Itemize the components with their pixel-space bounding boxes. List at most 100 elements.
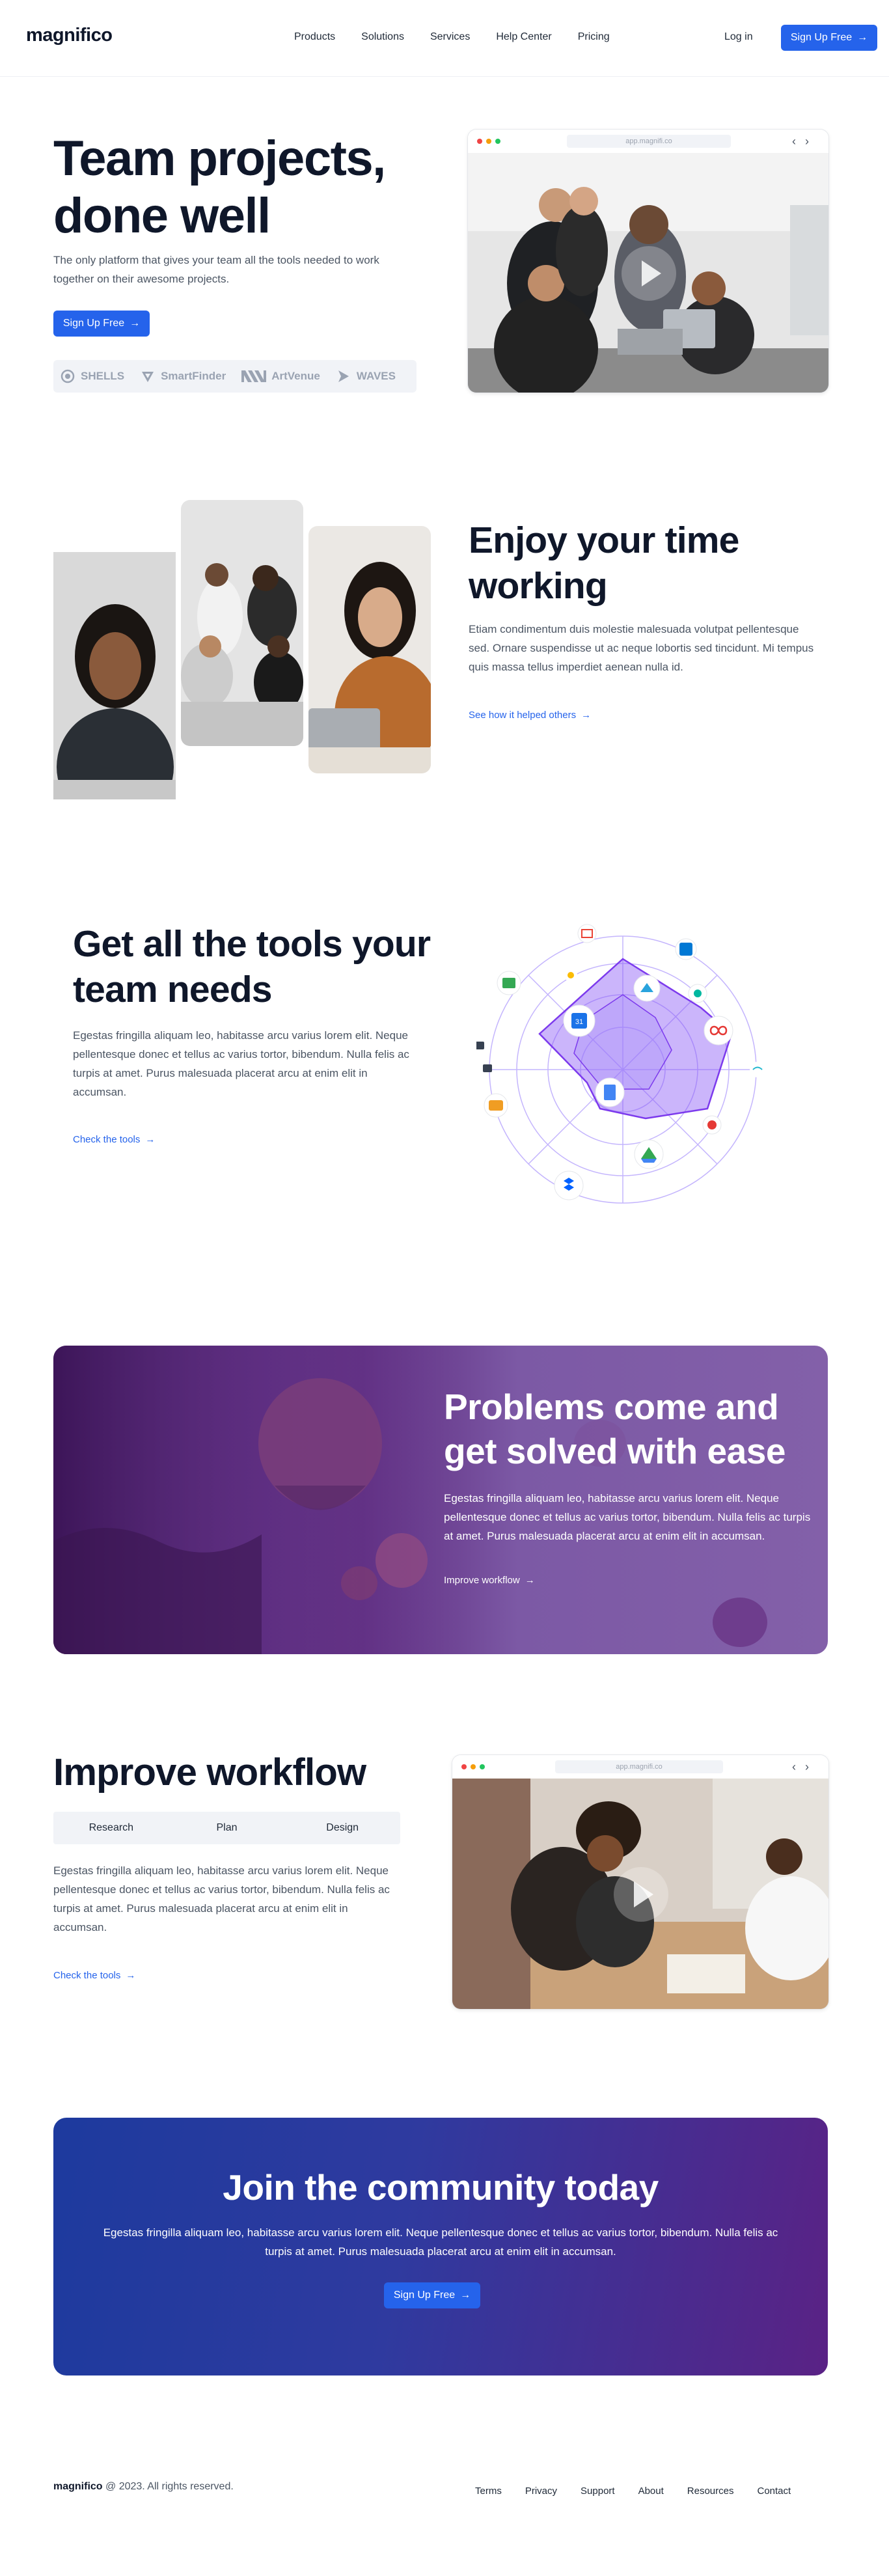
minimize-dot-icon [486,139,491,144]
footer-privacy[interactable]: Privacy [525,2486,557,2497]
nav-solutions[interactable]: Solutions [361,31,404,43]
see-how-link[interactable]: See how it helped others → [469,710,591,721]
main-nav: Products Solutions Services Help Center … [294,31,636,43]
maximize-dot-icon [495,139,500,144]
infinity-icon [704,1016,733,1046]
partner-name: WAVES [356,370,396,382]
check-tools-label: Check the tools [53,1970,121,1981]
tab-plan[interactable]: Plan [169,1812,285,1844]
footer-contact[interactable]: Contact [757,2486,791,2497]
see-how-label: See how it helped others [469,710,577,721]
improve-workflow-link[interactable]: Improve workflow → [444,1575,535,1586]
partner-name: ArtVenue [271,370,320,382]
wifi-icon [750,1062,765,1077]
meeting-illustration [181,500,303,746]
tools-text: Egestas fringilla aliquam leo, habitasse… [73,1029,409,1098]
browser-nav-arrows-icon[interactable]: ‹› [792,1760,818,1774]
arrow-right-icon: → [857,32,868,43]
copyright-text: @ 2023. All rights reserved. [105,2481,234,2492]
woman-laptop-photo [308,526,431,773]
google-cardboard-icon [484,1093,508,1118]
close-dot-icon [461,1764,467,1769]
footer-terms[interactable]: Terms [475,2486,502,2497]
chrome-pen-icon [702,1115,722,1135]
team-photo [468,153,828,393]
footer-brand: magnifico [53,2481,103,2492]
docs-icon [595,1077,625,1107]
arrow-right-icon: → [126,1970,136,1981]
tab-research[interactable]: Research [53,1812,169,1844]
community-banner: Join the community today Egestas fringil… [53,2118,828,2375]
problems-title: Problems come and get solved with ease [444,1387,786,1471]
hero-signup-button[interactable]: Sign Up Free → [53,311,150,337]
shield-logo-icon [140,368,156,384]
browser-bar: app.magnifi.co ‹› [468,130,828,153]
url-bar: app.magnifi.co [555,1760,723,1773]
play-button[interactable] [622,246,676,301]
nav-products[interactable]: Products [294,31,335,43]
partner-name: SHELLS [81,370,125,382]
enjoy-text: Etiam condimentum duis molestie malesuad… [469,623,814,673]
site-header: magnifico Products Solutions Services He… [0,0,889,77]
play-button[interactable] [614,1867,668,1922]
portrait-illustration [53,552,176,799]
enjoy-title: Enjoy your time working [469,519,739,607]
hero-subtitle: The only platform that gives your team a… [53,254,379,285]
partner-shells: SHELLS [60,368,124,384]
footer-resources[interactable]: Resources [687,2486,734,2497]
drive-teams-icon [633,975,661,1002]
hero-title-line1: Team projects, [53,131,386,186]
classroom-icon [497,971,521,995]
hero-title-line2: done well [53,188,271,243]
url-bar: app.magnifi.co [567,135,731,148]
browser-nav-arrows-icon[interactable]: ‹› [792,135,818,148]
arrow-right-icon: → [145,1134,156,1145]
arrow-right-icon: → [581,710,592,721]
copyright: magnifico @ 2023. All rights reserved. [53,2481,234,2493]
signup-label: Sign Up Free [790,32,853,43]
footer-about[interactable]: About [638,2486,664,2497]
tools-title: Get all the tools your team needs [73,923,431,1010]
problems-text: Egestas fringilla aliquam leo, habitasse… [444,1492,811,1542]
calendar-icon: 31 [563,1004,595,1037]
nav-pricing[interactable]: Pricing [578,31,610,43]
community-text: Egestas fringilla aliquam leo, habitasse… [103,2226,778,2258]
window-dots [477,139,500,144]
nav-services[interactable]: Services [430,31,470,43]
hero-signup-label: Sign Up Free [62,318,125,329]
workflow-app-preview: app.magnifi.co ‹› [452,1754,829,2010]
partner-logos: SHELLS SmartFinder ArtVenue WAVES [53,360,417,393]
meet-icon [688,984,707,1003]
svg-text:31: 31 [575,1018,583,1026]
arrow-right-icon: → [130,318,141,329]
browser-bar: app.magnifi.co ‹› [452,1755,828,1779]
nav-help-center[interactable]: Help Center [496,31,551,43]
wave-logo-icon [336,368,351,384]
improve-check-tools-link[interactable]: Check the tools → [53,1970,135,1981]
tab-design[interactable]: Design [284,1812,400,1844]
improve-workflow-label: Improve workflow [444,1575,520,1586]
outlook-icon [675,938,697,960]
camera-icon [476,1042,484,1049]
improve-text: Egestas fringilla aliquam leo, habitasse… [53,1864,390,1933]
header-signup-button[interactable]: Sign Up Free → [781,25,877,51]
close-dot-icon [477,139,482,144]
community-title: Join the community today [223,2167,659,2208]
logo[interactable]: magnifico [26,25,113,46]
partner-name: SmartFinder [161,370,226,382]
workflow-tabs: Research Plan Design [53,1812,400,1844]
window-dots [461,1764,485,1769]
arrow-right-icon: → [525,1575,535,1586]
community-signup-label: Sign Up Free [393,2290,456,2301]
minimize-dot-icon [471,1764,476,1769]
check-tools-link[interactable]: Check the tools → [73,1134,155,1145]
partner-smartfinder: SmartFinder [140,368,226,384]
woman-illustration [308,526,431,773]
login-link[interactable]: Log in [724,31,753,43]
partner-artvenue: ArtVenue [241,368,320,384]
hero-app-preview: app.magnifi.co ‹› [467,129,829,393]
footer-support[interactable]: Support [581,2486,615,2497]
stripes-logo-icon [241,368,267,384]
check-tools-label: Check the tools [73,1134,141,1145]
community-signup-button[interactable]: Sign Up Free → [384,2282,480,2308]
